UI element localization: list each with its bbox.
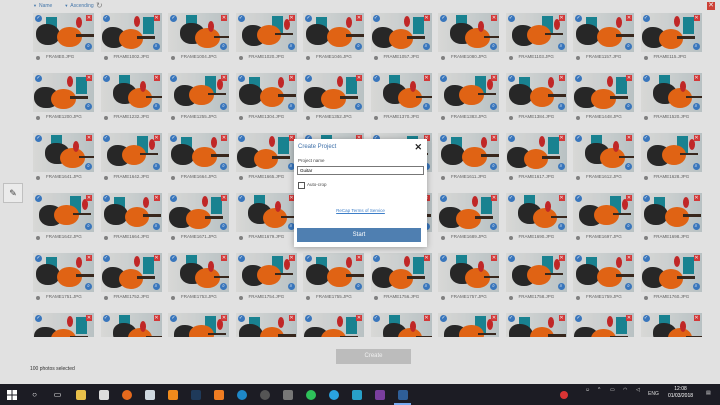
search-icon[interactable]: ○ <box>27 387 42 402</box>
notifications-icon[interactable]: ▤ <box>706 390 711 396</box>
firefox-icon[interactable] <box>119 387 134 402</box>
task-view-icon[interactable]: ▭ <box>50 387 65 402</box>
app-tray-icon[interactable] <box>556 387 571 402</box>
app-icon[interactable] <box>211 387 226 402</box>
project-name-input[interactable] <box>297 166 424 175</box>
onenote-icon[interactable] <box>372 387 387 402</box>
create-project-dialog: Create Project ✕ Project name Auto-crop … <box>294 139 427 247</box>
language-indicator[interactable]: ENG <box>648 391 659 397</box>
close-icon[interactable]: ✕ <box>414 142 422 153</box>
dialog-title: Create Project <box>298 144 337 150</box>
people-icon[interactable]: ☺ <box>585 387 590 393</box>
start-button[interactable]: Start <box>297 228 421 242</box>
photoshop-icon[interactable] <box>188 387 203 402</box>
vlc-icon[interactable] <box>165 387 180 402</box>
app-icon[interactable] <box>142 387 157 402</box>
wifi-icon[interactable]: ◠ <box>623 387 627 393</box>
terms-of-service-link[interactable]: ReCap Terms of Service <box>294 208 427 213</box>
windows-start-icon[interactable] <box>4 387 19 402</box>
windows-logo-icon <box>6 389 17 400</box>
taskbar-clock[interactable]: 12:08 01/03/2018 <box>668 386 693 400</box>
calculator-icon[interactable] <box>280 387 295 402</box>
battery-icon[interactable]: ▭ <box>610 387 615 393</box>
autocrop-label: Auto-crop <box>307 182 327 187</box>
app-icon[interactable] <box>234 387 249 402</box>
volume-icon[interactable]: ◁ <box>636 387 640 393</box>
app-icon[interactable] <box>257 387 272 402</box>
file-explorer-icon[interactable] <box>73 387 88 402</box>
chevron-up-icon[interactable]: ^ <box>598 387 600 393</box>
telegram-icon[interactable] <box>326 387 341 402</box>
app-icon[interactable] <box>349 387 364 402</box>
autocrop-checkbox[interactable] <box>298 182 305 189</box>
store-icon[interactable] <box>96 387 111 402</box>
project-name-label: Project name <box>298 158 325 163</box>
windows-taskbar: ○ ▭ ☺ ^ ▭ ◠ ◁ ENG ▤ <box>0 384 720 405</box>
recap-photo-browser: ▼ Name ▼ Ascending ↻ ✕ ✓ ✕ ⌕ FRAME0.JPG ✓ ✕ ⌕ FRA… <box>0 0 720 384</box>
clock-date: 01/03/2018 <box>668 393 694 399</box>
clock-time: 12:08 <box>674 386 687 392</box>
whatsapp-icon[interactable] <box>303 387 318 402</box>
recap-icon[interactable] <box>395 387 410 402</box>
